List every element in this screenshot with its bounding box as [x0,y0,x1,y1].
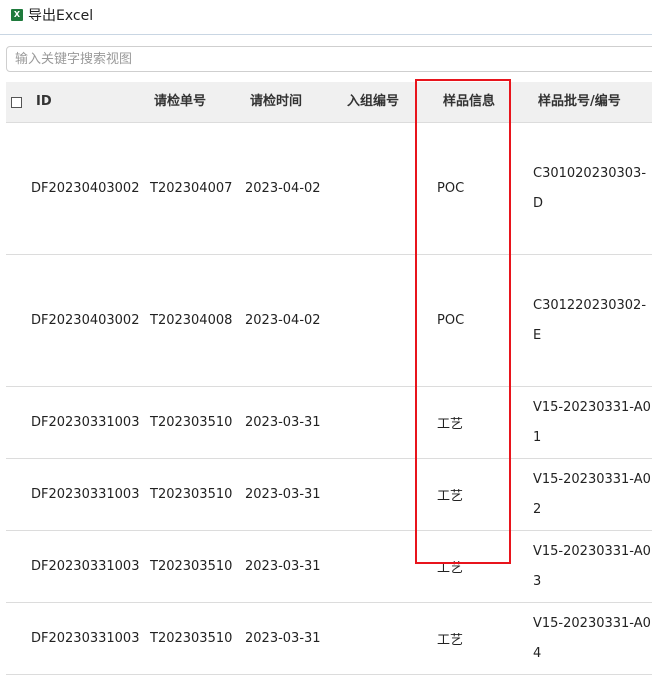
row-id: DF20230331003 [31,415,140,430]
row-batch-no: C301020230303-D [533,165,647,211]
row-request-time: 2023-03-31 [245,631,321,646]
row-request-no: T202303510 [150,487,233,502]
table-body: DF20230403002 T202304007 2023-04-02 POC C301… [6,123,652,675]
row-batch-no: V15-20230331-A02 [533,471,651,517]
row-sample-info: 工艺 [437,417,464,432]
data-table: ID 请检单号 请检时间 入组编号 样品信息 样品批号/编号 DF2023040… [6,82,652,675]
row-request-time: 2023-03-31 [245,559,321,574]
column-header-batch-no[interactable]: 样品批号/编号 [538,82,621,122]
excel-icon: X [11,9,23,21]
row-sample-info: 工艺 [437,489,464,504]
table-row[interactable]: DF20230331003 T202303510 2023-03-31 工艺 V15-2… [6,603,652,675]
table-row[interactable]: DF20230331003 T202303510 2023-03-31 工艺 V15-2… [6,459,652,531]
row-id: DF20230403002 [31,181,140,196]
column-header-request-no[interactable]: 请检单号 [154,82,206,122]
table-row[interactable]: DF20230331003 T202303510 2023-03-31 工艺 V15-2… [6,387,652,459]
row-request-time: 2023-03-31 [245,415,321,430]
export-excel-label: 导出Excel [28,8,94,24]
row-id: DF20230331003 [31,487,140,502]
row-id: DF20230331003 [31,631,140,646]
row-id: DF20230331003 [31,559,140,574]
row-request-time: 2023-04-02 [245,181,321,196]
row-request-no: T202303510 [150,415,233,430]
row-batch-no: V15-20230331-A03 [533,543,651,589]
row-sample-info: POC [437,313,465,328]
table-row[interactable]: DF20230331003 T202303510 2023-03-31 工艺 V15-2… [6,531,652,603]
row-request-time: 2023-03-31 [245,487,321,502]
row-sample-info: 工艺 [437,633,464,648]
table-header: ID 请检单号 请检时间 入组编号 样品信息 样品批号/编号 [6,82,652,123]
row-sample-info: 工艺 [437,561,464,576]
export-excel-button[interactable]: X 导出Excel [11,4,93,26]
row-batch-no: C301220230302-E [533,297,647,343]
row-request-no: T202304008 [150,313,233,328]
table-row[interactable]: DF20230403002 T202304007 2023-04-02 POC C301… [6,123,652,255]
row-request-time: 2023-04-02 [245,313,321,328]
row-batch-no: V15-20230331-A01 [533,399,651,445]
row-sample-info: POC [437,181,465,196]
row-request-no: T202303510 [150,631,233,646]
row-request-no: T202304007 [150,181,233,196]
select-all-checkbox[interactable] [11,97,22,108]
search-input[interactable] [6,46,652,72]
column-header-id[interactable]: ID [36,82,52,122]
toolbar: X 导出Excel [0,0,652,35]
table-row[interactable]: DF20230403002 T202304008 2023-04-02 POC C301… [6,255,652,387]
column-header-group-no[interactable]: 入组编号 [347,82,399,122]
row-request-no: T202303510 [150,559,233,574]
column-header-request-time[interactable]: 请检时间 [250,82,302,122]
row-batch-no: V15-20230331-A04 [533,615,651,661]
row-id: DF20230403002 [31,313,140,328]
column-header-sample-info[interactable]: 样品信息 [443,82,495,122]
